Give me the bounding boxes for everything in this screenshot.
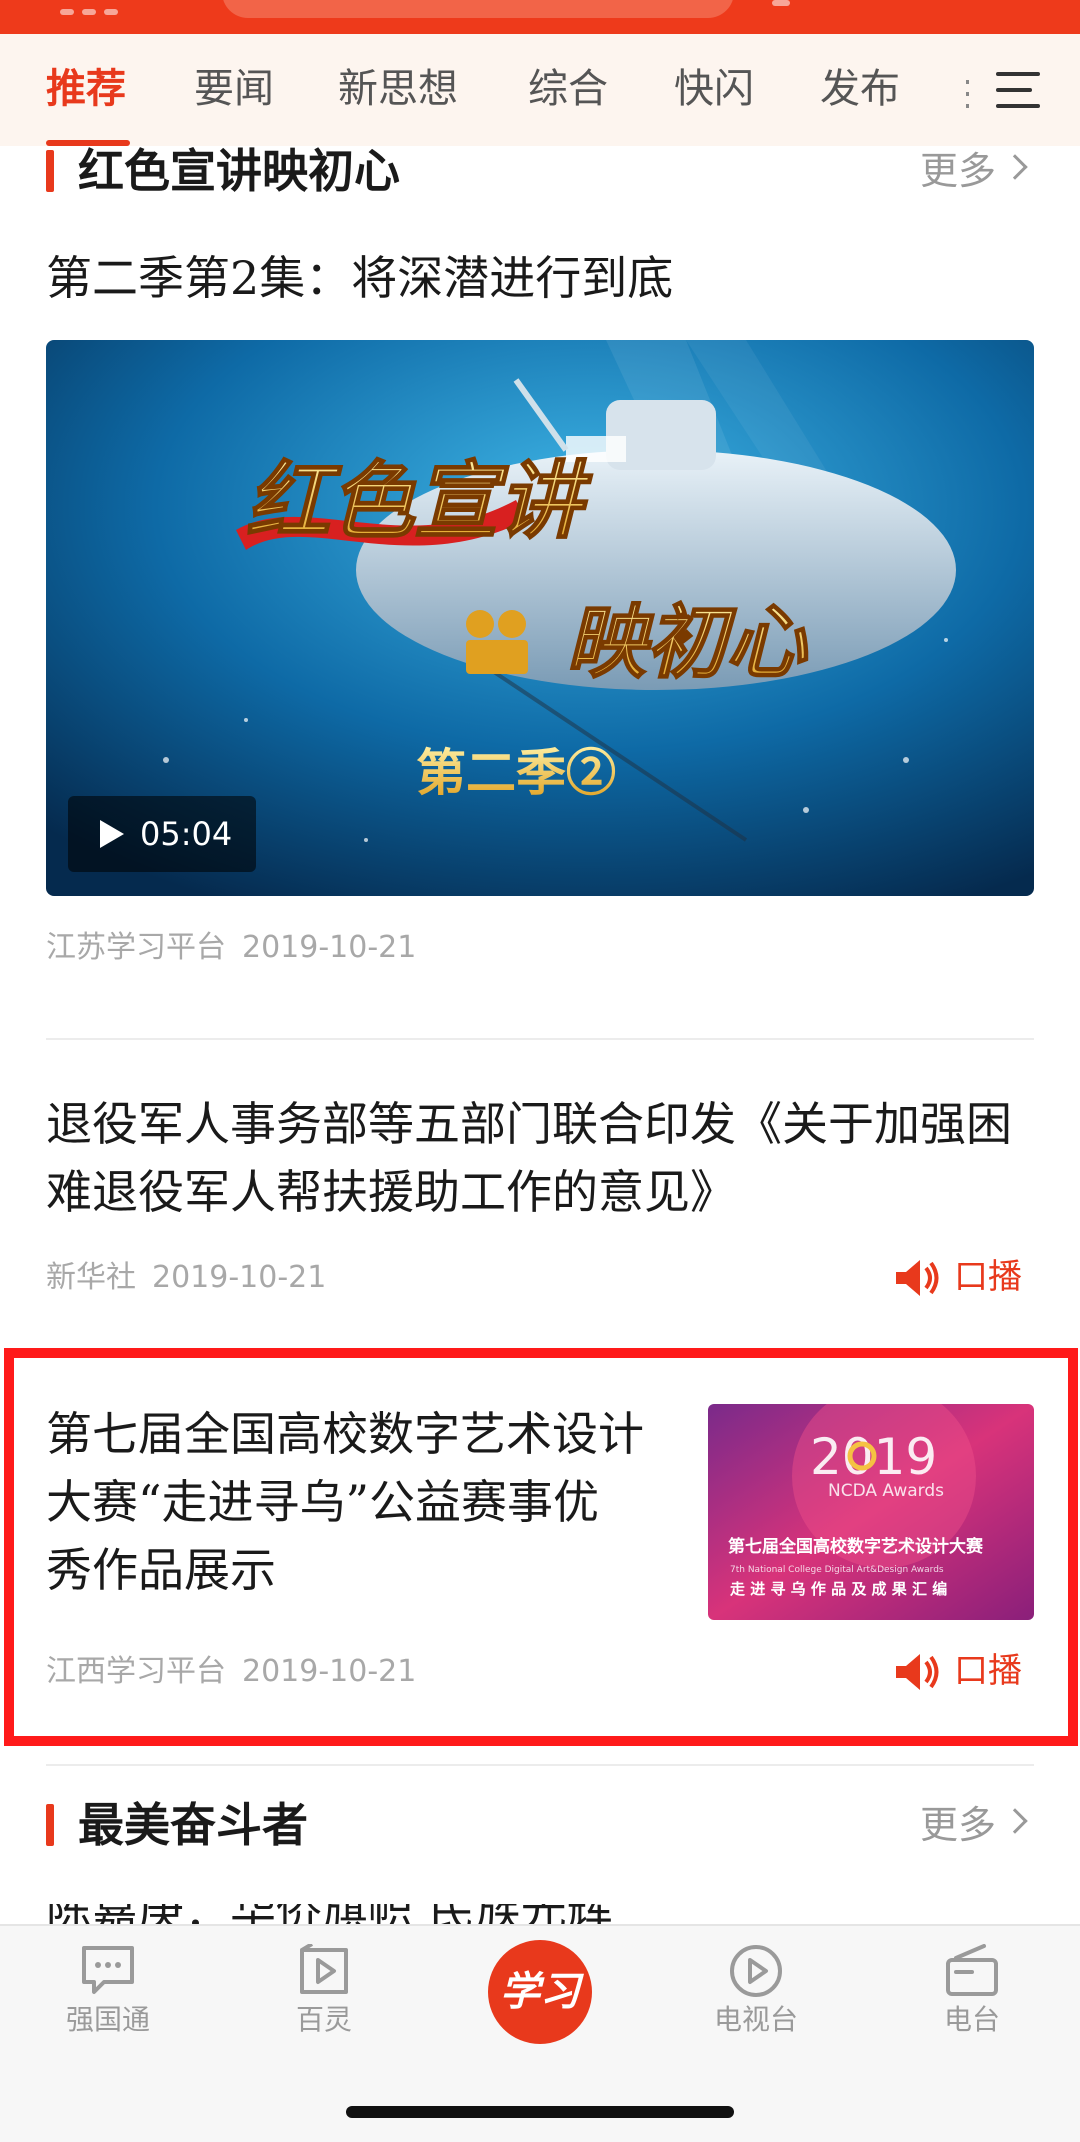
article-title-line: 大赛“走进寻乌”公益赛事优 <box>46 1475 600 1529</box>
date-label: 2019-10-21 <box>242 1654 417 1689</box>
tab-release[interactable]: 发布 <box>820 64 900 114</box>
more-link[interactable]: 更多 <box>920 1800 996 1850</box>
thumb-line2: 7th National College Digital Art&Design … <box>730 1565 944 1575</box>
thumb-text-line3: 第二季② <box>416 743 616 802</box>
tab-flash[interactable]: 快闪 <box>674 64 754 114</box>
nav-item-bailing[interactable]: 百灵 <box>254 1944 394 2054</box>
date-label: 2019-10-21 <box>242 930 417 965</box>
thumb-sub: NCDA Awards <box>828 1481 944 1501</box>
source-label: 新华社 <box>46 1260 136 1295</box>
tab-overflow-dots <box>966 80 969 116</box>
next-article-peek[interactable]: 陈嘉庚：华侨旗帜 民族光辉 <box>46 1904 1026 1926</box>
article-title-line: 秀作品展示 <box>46 1543 276 1597</box>
play-bookmark-icon <box>300 1944 348 1994</box>
status-strip <box>0 0 1080 34</box>
nav-item-tv[interactable]: 电视台 <box>686 1944 826 2054</box>
more-link[interactable]: 更多 <box>920 146 996 196</box>
status-right-mark <box>772 0 790 6</box>
speaker-icon <box>896 1654 939 1690</box>
chevron-right-icon <box>1002 154 1028 180</box>
nav-label: 电视台 <box>713 2003 798 2036</box>
nav-label: 百灵 <box>295 2003 352 2036</box>
video-thumbnail[interactable]: 红色宣讲 映初心 第二季② 05:04 <box>46 340 1034 896</box>
nav-label: 电台 <box>943 2003 1000 2036</box>
play-icon <box>100 820 124 848</box>
video-duration: 05:04 <box>140 815 233 853</box>
source-label: 江西学习平台 <box>46 1654 226 1689</box>
channel-tab-bar: 推荐 要闻 新思想 综合 快闪 发布 <box>0 34 1080 146</box>
article-title-line: 第七届全国高校数字艺术设计 <box>46 1407 644 1461</box>
speaker-icon <box>896 1260 939 1296</box>
home-indicator[interactable] <box>346 2106 734 2118</box>
tab-top-news[interactable]: 要闻 <box>194 64 274 114</box>
chat-bubble-icon <box>82 1946 134 1994</box>
section-title: 最美奋斗者 <box>78 1798 308 1852</box>
video-article-title[interactable]: 第二季第2集：将深潜进行到底 <box>46 244 673 312</box>
article-title[interactable]: 退役军人事务部等五部门联合印发《关于加强困 难退役军人帮扶援助工作的意见》 <box>46 1090 1012 1226</box>
source-label: 江苏学习平台 <box>46 930 226 965</box>
audio-play-button[interactable]: 口播 <box>894 1646 1032 1696</box>
section-accent-bar <box>46 1804 54 1846</box>
tab-general[interactable]: 综合 <box>528 64 608 114</box>
nav-label: 强国通 <box>65 2003 150 2036</box>
nav-item-radio[interactable]: 电台 <box>902 1944 1042 2054</box>
hamburger-menu-icon[interactable] <box>996 72 1040 108</box>
section-accent-bar <box>46 150 54 192</box>
video-article-meta: 江苏学习平台 2019-10-21 <box>46 928 416 968</box>
video-duration-badge: 05:04 <box>68 796 256 872</box>
ncda-awards-image: 2019 NCDA Awards 第七届全国高校数字艺术设计大赛 7th Nat… <box>708 1404 1034 1620</box>
section-header-best-strivers: 最美奋斗者 更多 <box>0 1790 1080 1860</box>
divider <box>46 1764 1034 1766</box>
audio-label: 口播 <box>954 1257 1022 1297</box>
article-meta: 江西学习平台 2019-10-21 <box>46 1652 416 1692</box>
date-label: 2019-10-21 <box>152 1260 327 1295</box>
tab-new-thought[interactable]: 新思想 <box>338 64 458 114</box>
article-thumbnail[interactable]: 2019 NCDA Awards 第七届全国高校数字艺术设计大赛 7th Nat… <box>708 1404 1034 1620</box>
thumb-text-line1: 红色宣讲 <box>246 451 593 550</box>
article-meta: 新华社 2019-10-21 <box>46 1258 326 1298</box>
thumb-text-line2: 映初心 <box>566 595 808 689</box>
status-left-marks <box>60 0 200 15</box>
audio-label: 口播 <box>954 1651 1022 1691</box>
article-title[interactable]: 第七届全国高校数字艺术设计 大赛“走进寻乌”公益赛事优 秀作品展示 <box>46 1400 686 1604</box>
tab-recommend[interactable]: 推荐 <box>46 64 126 114</box>
article-title-line: 难退役军人帮扶援助工作的意见》 <box>46 1165 736 1219</box>
section-header-red-lecture: 红色宣讲映初心 更多 <box>0 136 1080 206</box>
nav-item-qiangguotong[interactable]: 强国通 <box>38 1944 178 2054</box>
section-title: 红色宣讲映初心 <box>78 144 400 198</box>
divider <box>46 1038 1034 1040</box>
thumb-line3: 走 进 寻 乌 作 品 及 成 果 汇 编 <box>730 1580 947 1598</box>
center-logo-text: 学习 <box>500 1968 580 2015</box>
chevron-right-icon <box>1002 1808 1028 1834</box>
thumb-line1: 第七届全国高校数字艺术设计大赛 <box>728 1536 984 1557</box>
radio-icon <box>946 1944 998 1996</box>
play-circle-icon <box>730 1945 782 1997</box>
peek-title: 陈嘉庚：华侨旗帜 民族光辉 <box>46 1904 613 1926</box>
article-title-line: 退役军人事务部等五部门联合印发《关于加强困 <box>46 1097 1012 1151</box>
audio-play-button[interactable]: 口播 <box>894 1252 1032 1302</box>
xuexi-logo-icon[interactable]: 学习 <box>488 1940 592 2044</box>
search-bar[interactable] <box>222 0 734 18</box>
